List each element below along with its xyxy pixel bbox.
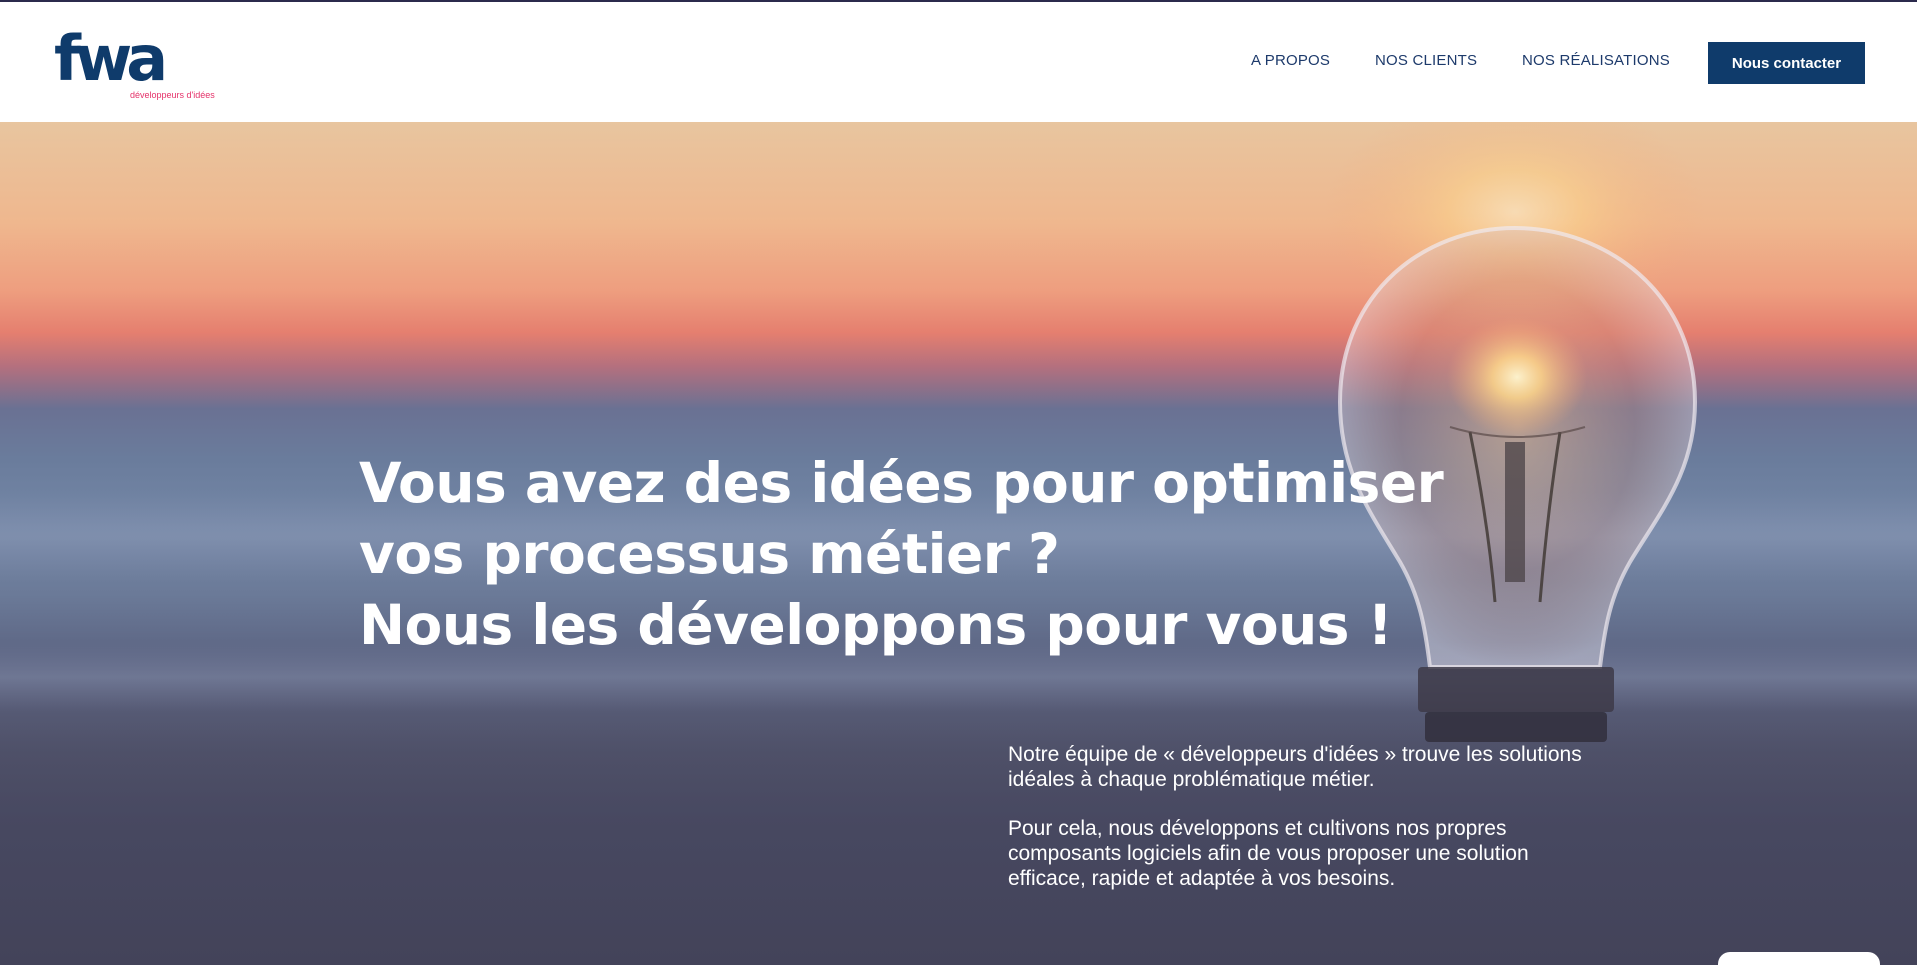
logo-letters: fwa — [54, 22, 163, 95]
hero-banner: Vous avez des idées pour optimiser vos p… — [0, 122, 1917, 965]
hero-headline: Vous avez des idées pour optimiser vos p… — [359, 448, 1444, 661]
headline-line: Vous avez des idées pour optimiser — [359, 451, 1444, 515]
hero-paragraph: Notre équipe de « développeurs d'idées »… — [1008, 743, 1582, 791]
hero-description: Notre équipe de « développeurs d'idées »… — [1008, 742, 1588, 891]
nav-link-clients[interactable]: NOS CLIENTS — [1375, 52, 1477, 69]
nav-link-realisations[interactable]: NOS RÉALISATIONS — [1522, 52, 1670, 69]
floating-widget-tab[interactable] — [1718, 952, 1880, 965]
headline-line: Nous les développons pour vous ! — [359, 593, 1393, 657]
fwa-logo[interactable]: fwa développeurs d'idées — [54, 22, 215, 102]
site-header: fwa développeurs d'idées A PROPOS NOS CL… — [0, 2, 1917, 122]
hero-paragraph: Pour cela, nous développons et cultivons… — [1008, 817, 1529, 890]
headline-line: vos processus métier ? — [359, 522, 1060, 586]
contact-button[interactable]: Nous contacter — [1708, 42, 1865, 84]
nav-link-about[interactable]: A PROPOS — [1251, 52, 1330, 69]
logo-tagline: développeurs d'idées — [130, 90, 215, 100]
